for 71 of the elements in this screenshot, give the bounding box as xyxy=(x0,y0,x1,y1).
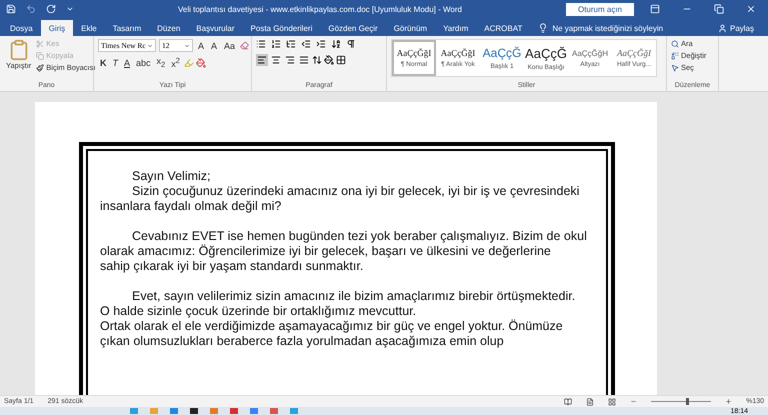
dropdown-caret-icon[interactable] xyxy=(184,42,190,48)
align-button[interactable] xyxy=(270,54,282,66)
lightbulb-icon xyxy=(538,23,548,33)
borders-icon[interactable] xyxy=(336,55,346,65)
multilevel-list-icon[interactable] xyxy=(286,39,296,49)
text-line: Sayın Velimiz; xyxy=(131,169,212,184)
align-button[interactable] xyxy=(256,54,268,66)
redo-icon[interactable] xyxy=(46,4,56,14)
ribbon-tab[interactable]: Ekle xyxy=(73,20,105,36)
ribbon-tab[interactable]: Gözden Geçir xyxy=(320,20,386,36)
ribbon-display-icon[interactable] xyxy=(650,4,660,14)
strikethrough-button[interactable]: abc xyxy=(134,58,153,68)
customize-icon[interactable] xyxy=(66,5,74,13)
text-line: O halde sizinle çocuk üzerinde bir ortaklığımız mevcuttur. xyxy=(100,304,418,319)
sign-in-button[interactable]: Oturum açın xyxy=(566,2,634,16)
bold-button[interactable]: K xyxy=(98,58,108,68)
web-layout-icon[interactable] xyxy=(608,398,616,406)
dropdown-caret-icon[interactable] xyxy=(147,42,153,48)
superscript-button[interactable]: x$^{2}$ xyxy=(169,56,182,69)
text-line: Evet, sayın velilerimiz sizin amacınız ile bizim amaçlarımız birebir örtüşmektedir. xyxy=(131,289,576,304)
align-button[interactable] xyxy=(298,54,310,66)
ribbon-tab[interactable]: Tasarım xyxy=(104,20,150,36)
text-line: çıkan olumsuzlukları beraberce fazla yorulmadan aşacağımıza emin olup xyxy=(100,334,505,349)
underline-button[interactable]: A xyxy=(122,58,132,68)
subscript-button[interactable]: x$_{2}$ xyxy=(154,56,168,69)
decrease-indent-icon[interactable] xyxy=(301,39,311,49)
undo-icon[interactable] xyxy=(26,4,36,14)
text-line: Sizin çocuğunuz üzerindeki amacınız ona iyi bir gelecek, iyi bir iş ve çevresindeki xyxy=(131,184,580,199)
ribbon-tab[interactable]: Görünüm xyxy=(386,20,436,36)
print-layout-icon[interactable] xyxy=(586,398,594,406)
font-size-button[interactable]: Aa xyxy=(222,40,238,50)
numbering-icon[interactable] xyxy=(271,39,281,49)
ribbon-tab[interactable]: ACROBAT xyxy=(476,20,530,36)
font-size-button[interactable]: A xyxy=(196,40,206,50)
text-line: olarak amacımız: Öğrencilerimize iyi bir gelecek, başarı ve ülkesini ve değerlerine xyxy=(100,244,552,259)
replace-icon xyxy=(671,52,679,60)
share-button[interactable]: Paylaş xyxy=(712,20,760,36)
bullets-icon[interactable] xyxy=(256,39,266,49)
text-line: insanlara faydalı olmak değil mi? xyxy=(100,199,282,214)
window-title: Veli toplantısı davetiyesi - www.etkinlikpaylas.com.doc [Uyumluluk Modu] - Word xyxy=(177,4,463,14)
copy-icon xyxy=(36,52,44,60)
ribbon-tab[interactable]: Posta Gönderileri xyxy=(242,20,320,36)
scissors-icon xyxy=(36,40,44,48)
restore-icon[interactable] xyxy=(714,4,724,14)
save-icon[interactable] xyxy=(6,4,16,14)
align-button[interactable] xyxy=(284,54,296,66)
ribbon-tab[interactable]: Düzen xyxy=(149,20,188,36)
increase-indent-icon[interactable] xyxy=(316,39,326,49)
clear-formatting-icon[interactable] xyxy=(240,41,250,50)
zoom-in-icon[interactable] xyxy=(725,398,732,405)
font-size-button[interactable]: A xyxy=(209,40,220,50)
pilcrow-icon[interactable] xyxy=(346,39,356,49)
ribbon-tab[interactable]: Başvurular xyxy=(188,20,243,36)
close-icon[interactable] xyxy=(746,4,756,14)
person-icon xyxy=(718,24,727,32)
text-line: Ortak olarak el ele verdiğimizde aşamayacağımız bir güç ve engel yoktur. Önümüze xyxy=(100,319,564,334)
tell-me-field[interactable]: Ne yapmak istediğinizi söyleyin xyxy=(552,24,664,32)
cursor-icon xyxy=(671,64,679,72)
zoom-slider-thumb[interactable] xyxy=(686,398,690,405)
ribbon-tab[interactable]: Dosya xyxy=(2,20,41,36)
ribbon-tab[interactable]: Yardım xyxy=(435,20,476,36)
read-mode-icon[interactable] xyxy=(564,398,572,406)
italic-button[interactable]: T xyxy=(110,58,120,68)
paintbrush-icon xyxy=(36,64,44,72)
text-line: sahip çıkarak iyi bir yaşam standardı sunmaktır. xyxy=(100,259,364,274)
sort-icon[interactable] xyxy=(331,39,341,49)
shading-icon[interactable] xyxy=(324,55,334,65)
search-icon xyxy=(671,40,679,48)
ribbon-tab[interactable]: Giriş xyxy=(40,20,74,36)
line-spacing-icon[interactable] xyxy=(312,55,322,65)
text-line: Cevabınız EVET ise hemen bugünden tezi yok beraber çalışmalıyız. Bizim de okul xyxy=(131,229,588,244)
